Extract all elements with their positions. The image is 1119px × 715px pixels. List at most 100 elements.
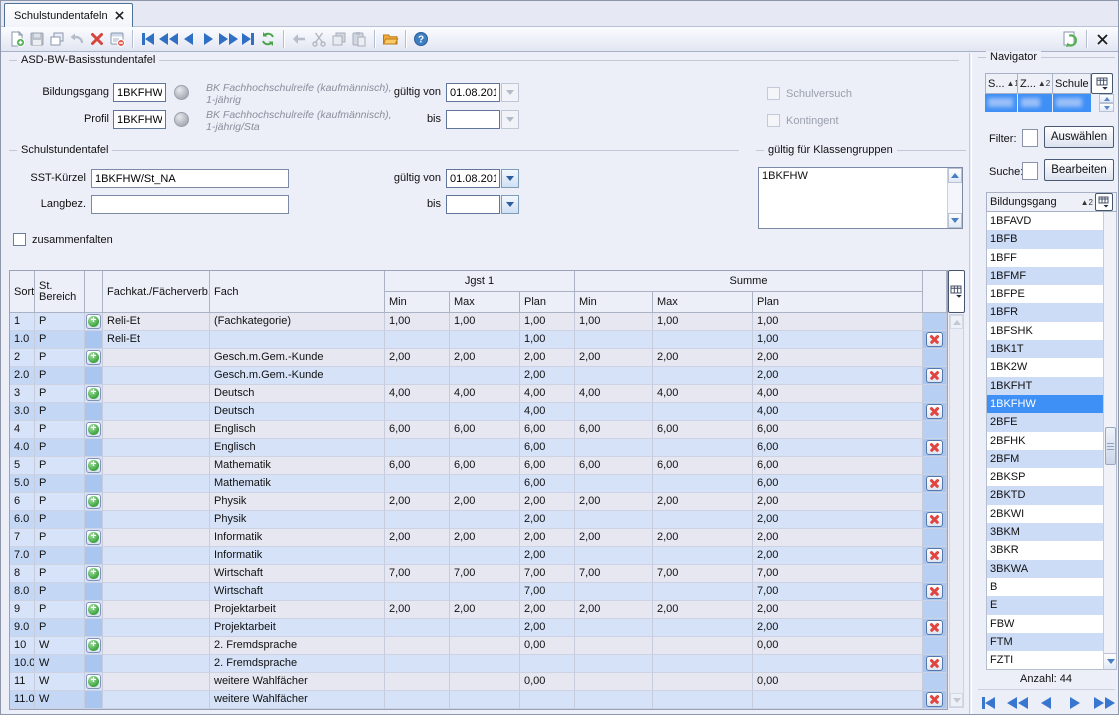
- cell-summe-max[interactable]: [653, 475, 753, 493]
- navigator-selected-row[interactable]: [985, 94, 1091, 112]
- list-item[interactable]: 1BFAVD: [987, 212, 1116, 230]
- cell-fach[interactable]: (Fachkategorie): [210, 313, 385, 331]
- cell-summe-min[interactable]: [575, 547, 653, 565]
- delete-row-button[interactable]: [926, 512, 943, 527]
- cell-jgst-plan[interactable]: 2,00: [520, 511, 575, 529]
- cell-summe-plan[interactable]: 2,00: [753, 619, 923, 637]
- header-summe-max[interactable]: Max: [653, 292, 753, 313]
- cell-jgst-min[interactable]: [385, 637, 450, 655]
- zusammenfalten-checkbox[interactable]: [13, 233, 26, 246]
- list-item[interactable]: 2BKTD: [987, 486, 1116, 504]
- cell-summe-plan[interactable]: 0,00: [753, 637, 923, 655]
- cell-summe-plan[interactable]: 2,00: [753, 367, 923, 385]
- cell-jgst-plan[interactable]: 4,00: [520, 403, 575, 421]
- cell-fach[interactable]: Wirtschaft: [210, 565, 385, 583]
- langbez-field[interactable]: [91, 195, 289, 214]
- cell-summe-min[interactable]: [575, 367, 653, 385]
- cell-sort[interactable]: 2.0: [10, 367, 35, 385]
- filter-checkbox[interactable]: [1022, 129, 1038, 147]
- cell-sort[interactable]: 9: [10, 601, 35, 619]
- cell-jgst-plan[interactable]: 6,00: [520, 421, 575, 439]
- header-jgst-min[interactable]: Min: [385, 292, 450, 313]
- cell-summe-plan[interactable]: [753, 691, 923, 709]
- add-row-button[interactable]: +: [86, 386, 101, 401]
- cell-summe-plan[interactable]: 2,00: [753, 493, 923, 511]
- list-item[interactable]: 1BKFHT: [987, 377, 1116, 395]
- cell-summe-plan[interactable]: 6,00: [753, 421, 923, 439]
- close-view-icon[interactable]: [1092, 30, 1112, 48]
- cell-fachkat[interactable]: [103, 691, 210, 709]
- cell-fach[interactable]: Informatik: [210, 547, 385, 565]
- add-row-button[interactable]: +: [86, 350, 101, 365]
- cell-summe-plan[interactable]: 2,00: [753, 601, 923, 619]
- cell-jgst-plan[interactable]: 1,00: [520, 331, 575, 349]
- cell-jgst-plan[interactable]: 2,00: [520, 349, 575, 367]
- cell-fachkat[interactable]: Reli-Et: [103, 331, 210, 349]
- delete-row-button[interactable]: [926, 368, 943, 383]
- cell-jgst-min[interactable]: 2,00: [385, 349, 450, 367]
- auswaehlen-button[interactable]: Auswählen: [1044, 126, 1114, 148]
- cell-jgst-min[interactable]: 6,00: [385, 457, 450, 475]
- cell-jgst-min[interactable]: [385, 439, 450, 457]
- cell-fach[interactable]: Informatik: [210, 529, 385, 547]
- cell-jgst-max[interactable]: 6,00: [450, 457, 520, 475]
- cell-fachkat[interactable]: [103, 583, 210, 601]
- cell-sort[interactable]: 7.0: [10, 547, 35, 565]
- cell-jgst-max[interactable]: [450, 367, 520, 385]
- cell-jgst-max[interactable]: [450, 511, 520, 529]
- add-row-button[interactable]: +: [86, 602, 101, 617]
- cell-st-bereich[interactable]: P: [35, 511, 85, 529]
- cell-summe-max[interactable]: [653, 673, 753, 691]
- cell-summe-max[interactable]: [653, 691, 753, 709]
- header-jgst-max[interactable]: Max: [450, 292, 520, 313]
- remove-form-icon[interactable]: [107, 30, 127, 48]
- cell-summe-min[interactable]: [575, 673, 653, 691]
- sst-gueltig-von-dropdown[interactable]: [501, 169, 519, 188]
- add-row-button[interactable]: +: [86, 494, 101, 509]
- cell-summe-max[interactable]: 2,00: [653, 349, 753, 367]
- cell-st-bereich[interactable]: P: [35, 601, 85, 619]
- cell-jgst-max[interactable]: 2,00: [450, 601, 520, 619]
- cell-summe-min[interactable]: [575, 511, 653, 529]
- cell-jgst-plan[interactable]: 1,00: [520, 313, 575, 331]
- cell-st-bereich[interactable]: P: [35, 349, 85, 367]
- add-row-button[interactable]: +: [86, 674, 101, 689]
- cell-fachkat[interactable]: [103, 529, 210, 547]
- cell-jgst-min[interactable]: [385, 403, 450, 421]
- list-scrollbar[interactable]: [1103, 212, 1116, 669]
- navigator-column-chooser-button[interactable]: [1091, 73, 1113, 94]
- cell-st-bereich[interactable]: W: [35, 637, 85, 655]
- cell-st-bereich[interactable]: P: [35, 421, 85, 439]
- cell-st-bereich[interactable]: P: [35, 565, 85, 583]
- cell-jgst-plan[interactable]: 2,00: [520, 547, 575, 565]
- cell-summe-max[interactable]: 2,00: [653, 493, 753, 511]
- bildungsgang-field[interactable]: [113, 83, 166, 102]
- add-row-button[interactable]: +: [86, 422, 101, 437]
- cell-summe-plan[interactable]: 7,00: [753, 565, 923, 583]
- header-summe-plan[interactable]: Plan: [753, 292, 923, 313]
- cell-summe-plan[interactable]: 4,00: [753, 403, 923, 421]
- delete-row-button[interactable]: [926, 440, 943, 455]
- cell-sort[interactable]: 8: [10, 565, 35, 583]
- list-item[interactable]: FBW: [987, 615, 1116, 633]
- cell-sort[interactable]: 6.0: [10, 511, 35, 529]
- cell-summe-plan[interactable]: 2,00: [753, 529, 923, 547]
- cell-summe-min[interactable]: [575, 619, 653, 637]
- cell-jgst-min[interactable]: [385, 475, 450, 493]
- list-item[interactable]: 3BKWA: [987, 560, 1116, 578]
- cell-sort[interactable]: 3: [10, 385, 35, 403]
- cell-fachkat[interactable]: [103, 619, 210, 637]
- cell-fach[interactable]: Physik: [210, 493, 385, 511]
- tab-close-icon[interactable]: [115, 11, 124, 20]
- cell-jgst-max[interactable]: [450, 403, 520, 421]
- navigator-col-2[interactable]: Z...▲2: [1018, 73, 1053, 94]
- cell-jgst-max[interactable]: [450, 655, 520, 673]
- cell-summe-plan[interactable]: 6,00: [753, 475, 923, 493]
- cell-st-bereich[interactable]: P: [35, 619, 85, 637]
- nav-next-icon[interactable]: [198, 30, 218, 48]
- cell-sort[interactable]: 10.0: [10, 655, 35, 673]
- cell-sort[interactable]: 3.0: [10, 403, 35, 421]
- cell-st-bereich[interactable]: P: [35, 475, 85, 493]
- klassengruppen-listbox[interactable]: 1BKFHW: [758, 167, 963, 229]
- cell-summe-plan[interactable]: 7,00: [753, 583, 923, 601]
